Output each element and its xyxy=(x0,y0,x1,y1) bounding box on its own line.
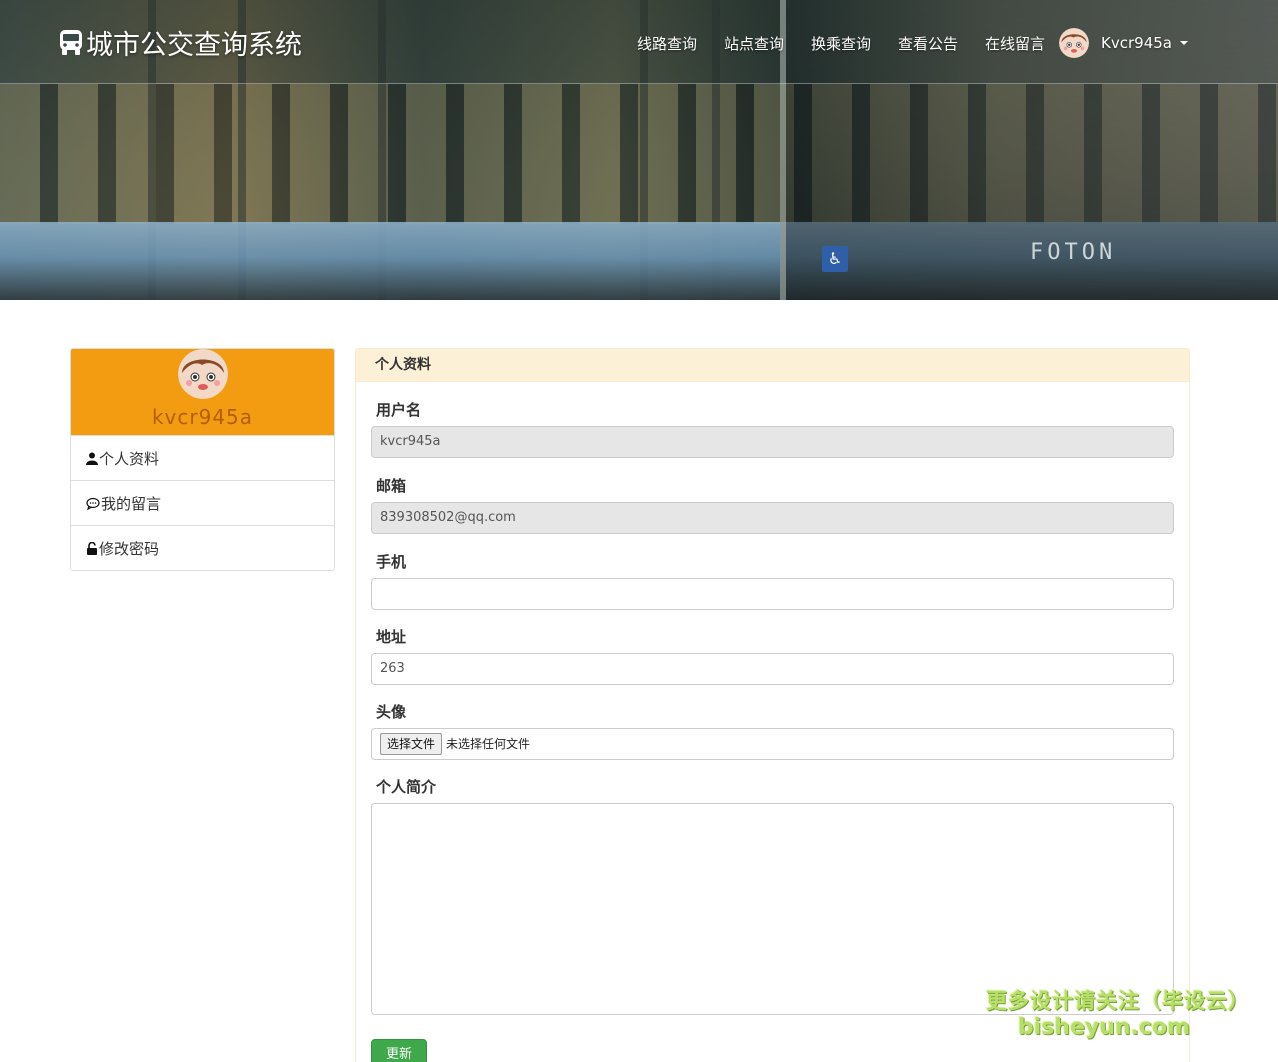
user-icon xyxy=(86,452,98,465)
avatar xyxy=(1059,28,1090,58)
sidebar-item-change-password[interactable]: 修改密码 xyxy=(71,525,334,570)
avatar-group: 头像 选择文件 未选择任何文件 xyxy=(371,701,1174,760)
sidebar-item-label: 修改密码 xyxy=(99,539,160,558)
watermark-line2: bisheyun.com xyxy=(1017,1015,1190,1040)
nav-menu: 线路查询 站点查询 换乘查询 查看公告 在线留言 Kvcr945a xyxy=(610,28,1188,58)
nav-announcements[interactable]: 查看公告 xyxy=(898,33,958,54)
wheelchair-icon: ♿ xyxy=(822,246,848,272)
sidebar-profile: kvcr945a xyxy=(71,349,334,435)
username-group: 用户名 kvcr945a xyxy=(371,399,1174,458)
sidebar-username: kvcr945a xyxy=(151,405,254,429)
sidebar-item-messages[interactable]: 我的留言 xyxy=(71,480,334,525)
avatar-label: 头像 xyxy=(376,703,407,721)
email-field[interactable]: 839308502@qq.com xyxy=(371,502,1174,534)
username-label: 用户名 xyxy=(376,401,422,419)
update-button[interactable]: 更新 xyxy=(371,1039,427,1062)
phone-group: 手机 xyxy=(371,551,1174,610)
file-status: 未选择任何文件 xyxy=(446,737,531,751)
sidebar-item-profile[interactable]: 个人资料 xyxy=(71,435,334,480)
watermark-line1: 更多设计请关注（毕设云） xyxy=(986,989,1250,1013)
user-name: Kvcr945a xyxy=(1101,34,1172,52)
profile-panel: 个人资料 用户名 kvcr945a 邮箱 839308502@qq.com 手机… xyxy=(355,348,1190,1062)
watermark: 更多设计请关注（毕设云） bisheyun.com xyxy=(986,985,1250,1040)
email-label: 邮箱 xyxy=(376,477,407,495)
phone-label: 手机 xyxy=(376,553,407,571)
address-group: 地址 263 xyxy=(371,626,1174,685)
nav-online-message[interactable]: 在线留言 xyxy=(985,33,1045,54)
sidebar-item-label: 个人资料 xyxy=(99,449,160,468)
bio-group: 个人简介 xyxy=(371,776,1174,1019)
panel-heading: 个人资料 xyxy=(356,349,1189,382)
phone-field[interactable] xyxy=(371,578,1174,610)
avatar-file-input: 选择文件 未选择任何文件 xyxy=(371,728,1174,760)
email-group: 邮箱 839308502@qq.com xyxy=(371,475,1174,534)
user-dropdown[interactable]: Kvcr945a xyxy=(1059,28,1188,58)
sidebar: kvcr945a 个人资料 我的留言 修改密码 xyxy=(70,348,335,571)
brand-link[interactable]: 城市公交查询系统 xyxy=(58,22,302,62)
bus-icon xyxy=(60,30,82,55)
brand-title: 城市公交查询系统 xyxy=(86,29,302,61)
comment-icon xyxy=(86,497,100,510)
sidebar-item-label: 我的留言 xyxy=(101,494,162,513)
nav-transfer-query[interactable]: 换乘查询 xyxy=(811,33,871,54)
nav-station-query[interactable]: 站点查询 xyxy=(724,33,784,54)
bus-brand-text: FOTON xyxy=(1030,240,1117,265)
address-field[interactable]: 263 xyxy=(371,653,1174,685)
bio-textarea[interactable] xyxy=(371,803,1174,1015)
navbar: 城市公交查询系统 线路查询 站点查询 换乘查询 查看公告 在线留言 Kvcr94… xyxy=(0,0,1278,84)
bio-label: 个人简介 xyxy=(376,778,437,796)
username-field[interactable]: kvcr945a xyxy=(371,426,1174,458)
unlock-icon xyxy=(87,541,97,555)
avatar xyxy=(178,349,228,399)
profile-form: 用户名 kvcr945a 邮箱 839308502@qq.com 手机 地址 2… xyxy=(356,399,1189,1019)
choose-file-button[interactable]: 选择文件 xyxy=(380,733,443,755)
nav-route-query[interactable]: 线路查询 xyxy=(637,33,697,54)
address-label: 地址 xyxy=(376,628,407,646)
caret-down-icon xyxy=(1180,41,1188,45)
